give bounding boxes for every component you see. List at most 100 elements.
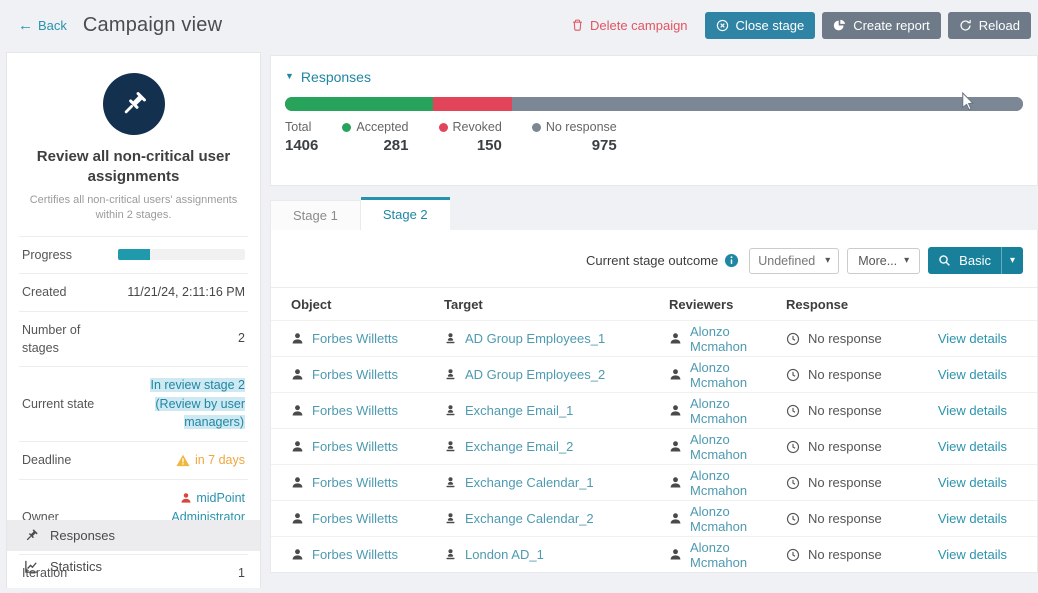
response-text: No response xyxy=(808,403,882,418)
no-response-label: No response xyxy=(546,120,617,134)
accepted-dot-icon xyxy=(342,123,351,132)
object-link[interactable]: Forbes Willetts xyxy=(312,331,398,346)
reviewer-link[interactable]: Alonzo Mcmahon xyxy=(690,396,779,426)
user-icon xyxy=(291,404,304,417)
back-button[interactable]: ← Back xyxy=(18,18,67,33)
clock-icon xyxy=(786,440,800,454)
search-icon xyxy=(938,254,951,267)
campaign-title: Review all non-critical user assignments xyxy=(7,147,260,186)
current-state-link[interactable]: In review stage 2 (Review by user manage… xyxy=(150,378,246,430)
tab-stage-2[interactable]: Stage 2 xyxy=(361,197,450,230)
target-link[interactable]: Exchange Email_1 xyxy=(465,403,573,418)
campaign-description: Certifies all non-critical users' assign… xyxy=(7,186,260,236)
table-row: Forbes Willetts Exchange Calendar_2 Alon… xyxy=(271,500,1037,536)
pie-chart-icon xyxy=(833,19,846,32)
total-value: 1406 xyxy=(285,137,318,154)
accepted-bar-segment xyxy=(285,97,433,111)
accepted-value: 281 xyxy=(342,137,408,154)
object-link[interactable]: Forbes Willetts xyxy=(312,403,398,418)
view-details-link[interactable]: View details xyxy=(938,403,1007,418)
clock-icon xyxy=(786,404,800,418)
circle-x-icon xyxy=(716,19,729,32)
campaign-progress-bar xyxy=(118,249,245,260)
object-link[interactable]: Forbes Willetts xyxy=(312,367,398,382)
revoked-dot-icon xyxy=(439,123,448,132)
clock-icon xyxy=(786,512,800,526)
reload-button[interactable]: Reload xyxy=(948,12,1031,39)
view-details-link[interactable]: View details xyxy=(938,547,1007,562)
target-link[interactable]: Exchange Email_2 xyxy=(465,439,573,454)
responses-collapse-header[interactable]: ▼ Responses xyxy=(285,56,1023,85)
responses-menu-label: Responses xyxy=(50,528,115,543)
role-icon xyxy=(444,332,457,345)
revoked-value: 150 xyxy=(439,137,502,154)
target-link[interactable]: AD Group Employees_1 xyxy=(465,331,605,346)
user-icon xyxy=(669,512,682,525)
stat-no-response: No response 975 xyxy=(532,120,617,154)
response-text: No response xyxy=(808,511,882,526)
target-link[interactable]: Exchange Calendar_1 xyxy=(465,475,594,490)
header-actions: Delete campaign Close stage Create repor… xyxy=(571,12,1031,39)
view-details-link[interactable]: View details xyxy=(938,475,1007,490)
object-link[interactable]: Forbes Willetts xyxy=(312,475,398,490)
view-details-link[interactable]: View details xyxy=(938,439,1007,454)
accepted-label: Accepted xyxy=(356,120,408,134)
responses-progress-bar xyxy=(285,97,1023,111)
detail-row-created: Created 11/21/24, 2:11:16 PM xyxy=(19,273,248,311)
page-header: ← Back Campaign view Delete campaign Clo… xyxy=(0,0,1038,50)
no-response-bar-segment xyxy=(512,97,1023,111)
user-icon xyxy=(291,512,304,525)
no-response-dot-icon xyxy=(532,123,541,132)
outcome-select[interactable]: Undefined ▾ xyxy=(749,248,839,274)
delete-campaign-button[interactable]: Delete campaign xyxy=(571,18,688,33)
user-icon xyxy=(291,548,304,561)
user-icon xyxy=(669,404,682,417)
more-label: More... xyxy=(858,254,897,268)
reviewer-link[interactable]: Alonzo Mcmahon xyxy=(690,360,779,390)
table-header-row: Object Target Reviewers Response xyxy=(271,287,1037,320)
info-icon[interactable] xyxy=(724,253,739,268)
detail-row-deadline: Deadline in 7 days xyxy=(19,441,248,479)
gavel-icon xyxy=(119,89,149,119)
sidebar-item-statistics[interactable]: Statistics xyxy=(7,551,260,582)
reviewer-link[interactable]: Alonzo Mcmahon xyxy=(690,540,779,570)
search-mode-dropdown[interactable]: ▾ xyxy=(1001,247,1023,274)
object-link[interactable]: Forbes Willetts xyxy=(312,547,398,562)
table-toolbar: Current stage outcome Undefined ▾ More..… xyxy=(271,230,1037,287)
view-details-link[interactable]: View details xyxy=(938,511,1007,526)
reviewer-link[interactable]: Alonzo Mcmahon xyxy=(690,504,779,534)
tab-stage-1[interactable]: Stage 1 xyxy=(270,200,361,230)
revoked-bar-segment xyxy=(433,97,512,111)
table-row: Forbes Willetts AD Group Employees_1 Alo… xyxy=(271,320,1037,356)
view-details-link[interactable]: View details xyxy=(938,331,1007,346)
user-icon xyxy=(669,368,682,381)
reviewer-link[interactable]: Alonzo Mcmahon xyxy=(690,468,779,498)
stat-accepted: Accepted 281 xyxy=(342,120,408,154)
detail-row-stages: Number of stages 2 xyxy=(19,311,248,366)
object-link[interactable]: Forbes Willetts xyxy=(312,439,398,454)
table-row: Forbes Willetts Exchange Email_1 Alonzo … xyxy=(271,392,1037,428)
responses-summary-panel: ▼ Responses Total 1406 Accepted 281 xyxy=(270,55,1038,186)
view-details-link[interactable]: View details xyxy=(938,367,1007,382)
search-mode-button[interactable]: Basic ▾ xyxy=(928,247,1023,274)
chevron-down-icon: ▾ xyxy=(825,255,830,266)
gavel-icon xyxy=(24,528,39,543)
stat-revoked: Revoked 150 xyxy=(439,120,502,154)
target-link[interactable]: AD Group Employees_2 xyxy=(465,367,605,382)
column-header-object: Object xyxy=(284,297,437,312)
user-icon xyxy=(291,332,304,345)
target-link[interactable]: Exchange Calendar_2 xyxy=(465,511,594,526)
created-value: 11/21/24, 2:11:16 PM xyxy=(127,283,245,302)
create-report-button[interactable]: Create report xyxy=(822,12,941,39)
target-link[interactable]: London AD_1 xyxy=(465,547,544,562)
warning-triangle-icon xyxy=(176,454,190,467)
reviewer-link[interactable]: Alonzo Mcmahon xyxy=(690,324,779,354)
user-icon xyxy=(291,476,304,489)
close-stage-button[interactable]: Close stage xyxy=(705,12,816,39)
role-icon xyxy=(444,548,457,561)
sidebar-item-responses[interactable]: Responses xyxy=(7,520,260,551)
reviewer-link[interactable]: Alonzo Mcmahon xyxy=(690,432,779,462)
object-link[interactable]: Forbes Willetts xyxy=(312,511,398,526)
refresh-icon xyxy=(959,19,972,32)
more-options-button[interactable]: More... ▾ xyxy=(847,248,920,274)
